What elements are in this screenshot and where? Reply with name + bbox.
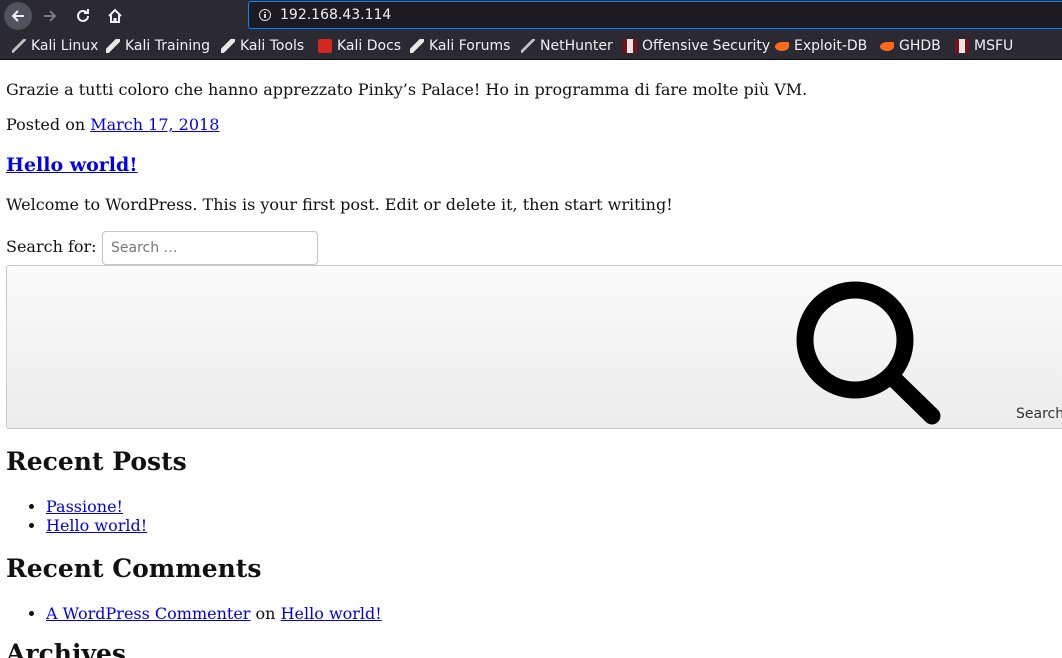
list-item: A WordPress Commenter on Hello world!: [46, 604, 382, 623]
comment-post-link[interactable]: Hello world!: [281, 604, 382, 623]
search-button-label: Search: [1016, 406, 1062, 422]
bookmark-label: Kali Linux: [31, 38, 99, 54]
browser-toolbar: 192.168.43.114: [0, 0, 1062, 32]
post-text: Welcome to WordPress. This is your first…: [6, 195, 673, 214]
bookmark-msfu[interactable]: MSFU: [955, 37, 1013, 55]
reload-icon: [77, 9, 89, 22]
bookmark-kali-forums[interactable]: Kali Forums: [410, 37, 510, 55]
comment-on-text: on: [255, 604, 276, 623]
arrow-right-icon: [44, 10, 57, 22]
list-item: Hello world!: [46, 516, 147, 535]
bookmark-offensive-security[interactable]: Offensive Security: [623, 37, 770, 55]
post-meta: Posted on March 17, 2018: [6, 115, 219, 134]
bookmark-label: Kali Docs: [337, 38, 402, 54]
recent-comments-heading: Recent Comments: [6, 554, 262, 583]
post-title: Hello world!: [6, 154, 138, 176]
bookmark-label: Kali Training: [125, 38, 210, 54]
page-content: Grazie a tutti coloro che hanno apprezza…: [0, 61, 1062, 658]
recent-posts-heading: Recent Posts: [6, 447, 187, 476]
post-title-link[interactable]: Hello world!: [6, 154, 138, 176]
archives-heading: Archives: [6, 639, 126, 658]
bookmark-label: Kali Tools: [240, 38, 305, 54]
list-item: Passione!: [46, 497, 147, 516]
url-text[interactable]: 192.168.43.114: [280, 7, 391, 23]
kali-dragon-icon: [410, 39, 424, 53]
recent-post-link[interactable]: Hello world!: [46, 516, 147, 535]
recent-post-link[interactable]: Passione!: [46, 497, 123, 516]
search-label: Search for:: [6, 237, 97, 256]
exploit-db-icon: [775, 41, 789, 51]
recent-posts-list: Passione! Hello world!: [24, 497, 147, 535]
comment-author-link[interactable]: A WordPress Commenter: [46, 604, 250, 623]
back-button[interactable]: [4, 2, 32, 30]
search-icon: [796, 281, 941, 425]
posted-on-label: Posted on: [6, 115, 86, 134]
post-text: Grazie a tutti coloro che hanno apprezza…: [6, 80, 808, 99]
recent-comments-list: A WordPress Commenter on Hello world!: [24, 604, 382, 623]
offsec-icon: [955, 39, 969, 53]
bookmark-exploit-db[interactable]: Exploit-DB: [775, 37, 867, 55]
exploit-db-icon: [880, 41, 894, 51]
bookmark-nethunter[interactable]: NetHunter: [521, 37, 613, 55]
kali-icon: [521, 39, 535, 53]
kali-dragon-icon: [221, 39, 235, 53]
kali-docs-icon: [318, 39, 332, 53]
arrow-left-icon: [11, 10, 24, 22]
bookmark-ghdb[interactable]: GHDB: [880, 37, 941, 55]
bookmark-kali-tools[interactable]: Kali Tools: [221, 37, 304, 55]
bookmark-kali-linux[interactable]: Kali Linux: [12, 37, 98, 55]
search-input[interactable]: [102, 231, 318, 265]
home-icon: [108, 8, 122, 23]
post-date-link[interactable]: March 17, 2018: [90, 115, 219, 134]
bookmark-label: Kali Forums: [429, 38, 511, 54]
offsec-icon: [623, 39, 637, 53]
forward-button[interactable]: [36, 2, 64, 30]
address-bar[interactable]: 192.168.43.114: [248, 1, 1062, 29]
bookmark-label: NetHunter: [540, 38, 613, 54]
search-button[interactable]: Search: [6, 265, 1062, 429]
kali-dragon-icon: [106, 39, 120, 53]
bookmark-label: MSFU: [974, 38, 1014, 54]
home-button[interactable]: [101, 2, 129, 30]
bookmark-kali-docs[interactable]: Kali Docs: [318, 37, 401, 55]
bookmark-label: GHDB: [899, 38, 941, 54]
bookmark-kali-training[interactable]: Kali Training: [106, 37, 210, 55]
kali-icon: [12, 39, 26, 53]
info-icon[interactable]: [259, 9, 271, 21]
bookmark-label: Exploit-DB: [794, 38, 868, 54]
reload-button[interactable]: [69, 2, 97, 30]
bookmark-label: Offensive Security: [642, 38, 771, 54]
bookmarks-bar: Kali Linux Kali Training Kali Tools Kali…: [0, 32, 1062, 60]
